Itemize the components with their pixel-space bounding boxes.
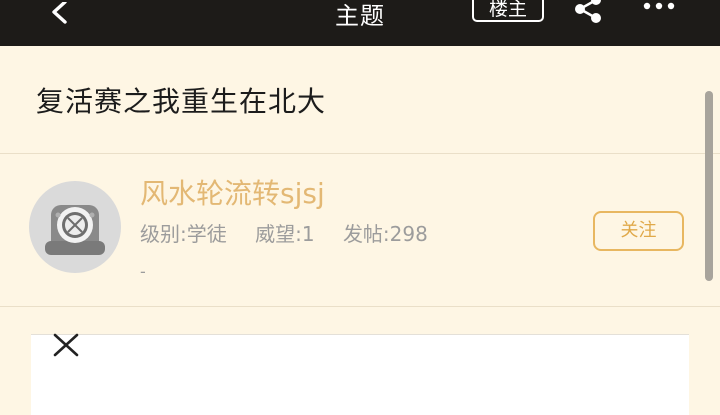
divider xyxy=(0,153,720,154)
author-level: 级别:学徒 xyxy=(140,222,227,246)
follow-button[interactable]: 关注 xyxy=(593,211,684,251)
author-stats: 级别:学徒 威望:1 发帖:298 xyxy=(140,218,450,247)
author-post-count: 发帖:298 xyxy=(342,222,428,246)
share-icon[interactable] xyxy=(568,0,608,26)
more-icon[interactable] xyxy=(640,0,680,18)
author-avatar[interactable] xyxy=(29,181,121,273)
op-only-toggle[interactable]: 楼主 xyxy=(472,0,544,22)
ad-card xyxy=(31,334,689,415)
divider xyxy=(0,306,720,307)
close-icon[interactable] xyxy=(52,333,82,359)
author-name[interactable]: 风水轮流转sjsj xyxy=(140,172,325,212)
author-prestige: 威望:1 xyxy=(255,222,315,246)
page-title: 主题 xyxy=(335,2,385,30)
scrollbar[interactable] xyxy=(705,91,713,281)
author-signature: - xyxy=(140,262,146,281)
top-nav-bar: 主题 楼主 xyxy=(0,0,720,46)
post-title: 复活赛之我重生在北大 xyxy=(36,85,327,118)
